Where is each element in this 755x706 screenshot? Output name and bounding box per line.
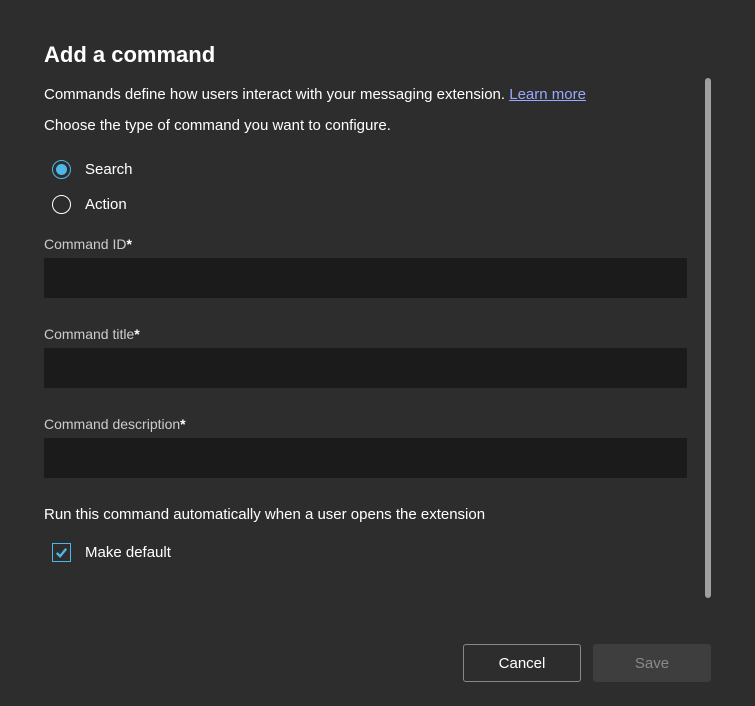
dialog-content: Add a command Commands define how users … — [0, 0, 755, 624]
dialog-description: Commands define how users interact with … — [44, 86, 687, 103]
scroll-content: Add a command Commands define how users … — [44, 42, 697, 624]
make-default-label: Make default — [85, 544, 171, 561]
scrollbar-thumb[interactable] — [705, 78, 711, 598]
scrollbar[interactable] — [705, 78, 711, 598]
radio-label: Search — [85, 161, 133, 178]
auto-run-text: Run this command automatically when a us… — [44, 506, 687, 523]
required-marker: * — [134, 326, 139, 342]
command-id-field: Command ID* — [44, 236, 687, 298]
radio-icon — [52, 195, 71, 214]
make-default-checkbox[interactable] — [52, 543, 71, 562]
required-marker: * — [126, 236, 131, 252]
dialog-title: Add a command — [44, 42, 687, 68]
command-description-label: Command description* — [44, 416, 687, 432]
command-id-input[interactable] — [44, 258, 687, 298]
dialog-subtitle: Choose the type of command you want to c… — [44, 117, 687, 134]
radio-icon — [52, 160, 71, 179]
cancel-button[interactable]: Cancel — [463, 644, 581, 682]
radio-option-search[interactable]: Search — [52, 160, 687, 179]
add-command-dialog: Add a command Commands define how users … — [0, 0, 755, 706]
command-title-input[interactable] — [44, 348, 687, 388]
command-type-radio-group: Search Action — [44, 160, 687, 214]
make-default-row: Make default — [44, 543, 687, 566]
command-id-label: Command ID* — [44, 236, 687, 252]
command-description-field: Command description* — [44, 416, 687, 478]
description-text: Commands define how users interact with … — [44, 86, 509, 103]
command-title-field: Command title* — [44, 326, 687, 388]
radio-option-action[interactable]: Action — [52, 195, 687, 214]
check-icon — [54, 545, 69, 560]
learn-more-link[interactable]: Learn more — [509, 86, 586, 103]
radio-label: Action — [85, 196, 127, 213]
command-description-input[interactable] — [44, 438, 687, 478]
required-marker: * — [180, 416, 185, 432]
command-title-label: Command title* — [44, 326, 687, 342]
dialog-footer: Cancel Save — [0, 624, 755, 706]
save-button[interactable]: Save — [593, 644, 711, 682]
